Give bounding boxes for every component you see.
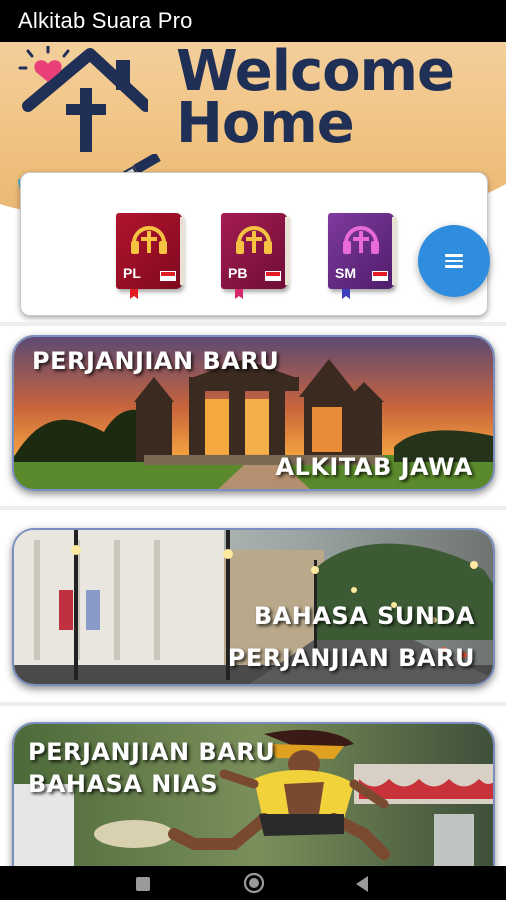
indonesia-flag-icon [265, 271, 281, 281]
welcome-line2: Home [176, 91, 355, 156]
banner-alkitab-jawa[interactable]: PERJANJIAN BARU ALKITAB JAWA [12, 335, 495, 491]
book-sm-button[interactable]: SM [328, 213, 397, 299]
bookmark-ribbon-icon [342, 289, 350, 299]
divider [0, 702, 506, 706]
banner-3-line2: BAHASA NIAS [28, 770, 219, 798]
book-pages [285, 217, 290, 285]
book-pl-button[interactable]: PL [116, 213, 185, 299]
welcome-home-heading: Welcome Home [176, 44, 455, 156]
banner-bahasa-sunda[interactable]: BAHASA SUNDA PERJANJIAN BARU [12, 528, 495, 686]
bookmark-ribbon-icon [235, 289, 243, 299]
menu-icon [445, 254, 463, 268]
banner-2-line1: BAHASA SUNDA [253, 602, 475, 630]
book-pb-button[interactable]: PB [221, 213, 290, 299]
book-pages [392, 217, 397, 285]
divider [0, 322, 506, 326]
recent-apps-icon[interactable] [133, 874, 153, 894]
app-title: Alkitab Suara Pro [18, 8, 193, 33]
headphone-cross-icon [236, 226, 272, 254]
system-navigation-bar [0, 866, 506, 900]
headphone-cross-icon [343, 226, 379, 254]
book-label-sm: SM [335, 265, 356, 281]
book-pages [180, 217, 185, 285]
divider [0, 506, 506, 510]
bookmark-ribbon-icon [130, 289, 138, 299]
indonesia-flag-icon [160, 271, 176, 281]
banner-1-top-text: PERJANJIAN BARU [32, 347, 280, 375]
banner-2-line2: PERJANJIAN BARU [227, 644, 475, 672]
banner-bahasa-nias[interactable]: PERJANJIAN BARU BAHASA NIAS [12, 722, 495, 872]
banner-1-bottom-text: ALKITAB JAWA [275, 453, 473, 481]
menu-fab-button[interactable] [418, 225, 490, 297]
home-icon[interactable] [243, 872, 265, 894]
app-title-bar: Alkitab Suara Pro [0, 0, 506, 42]
headphone-cross-icon [131, 226, 167, 254]
banner-3-line1: PERJANJIAN BARU [28, 738, 276, 766]
back-icon[interactable] [353, 874, 373, 894]
book-label-pl: PL [123, 265, 141, 281]
indonesia-flag-icon [372, 271, 388, 281]
house-cross-logo-icon [18, 46, 148, 152]
bible-books-card: PL PB SM [20, 172, 488, 316]
book-label-pb: PB [228, 265, 248, 281]
